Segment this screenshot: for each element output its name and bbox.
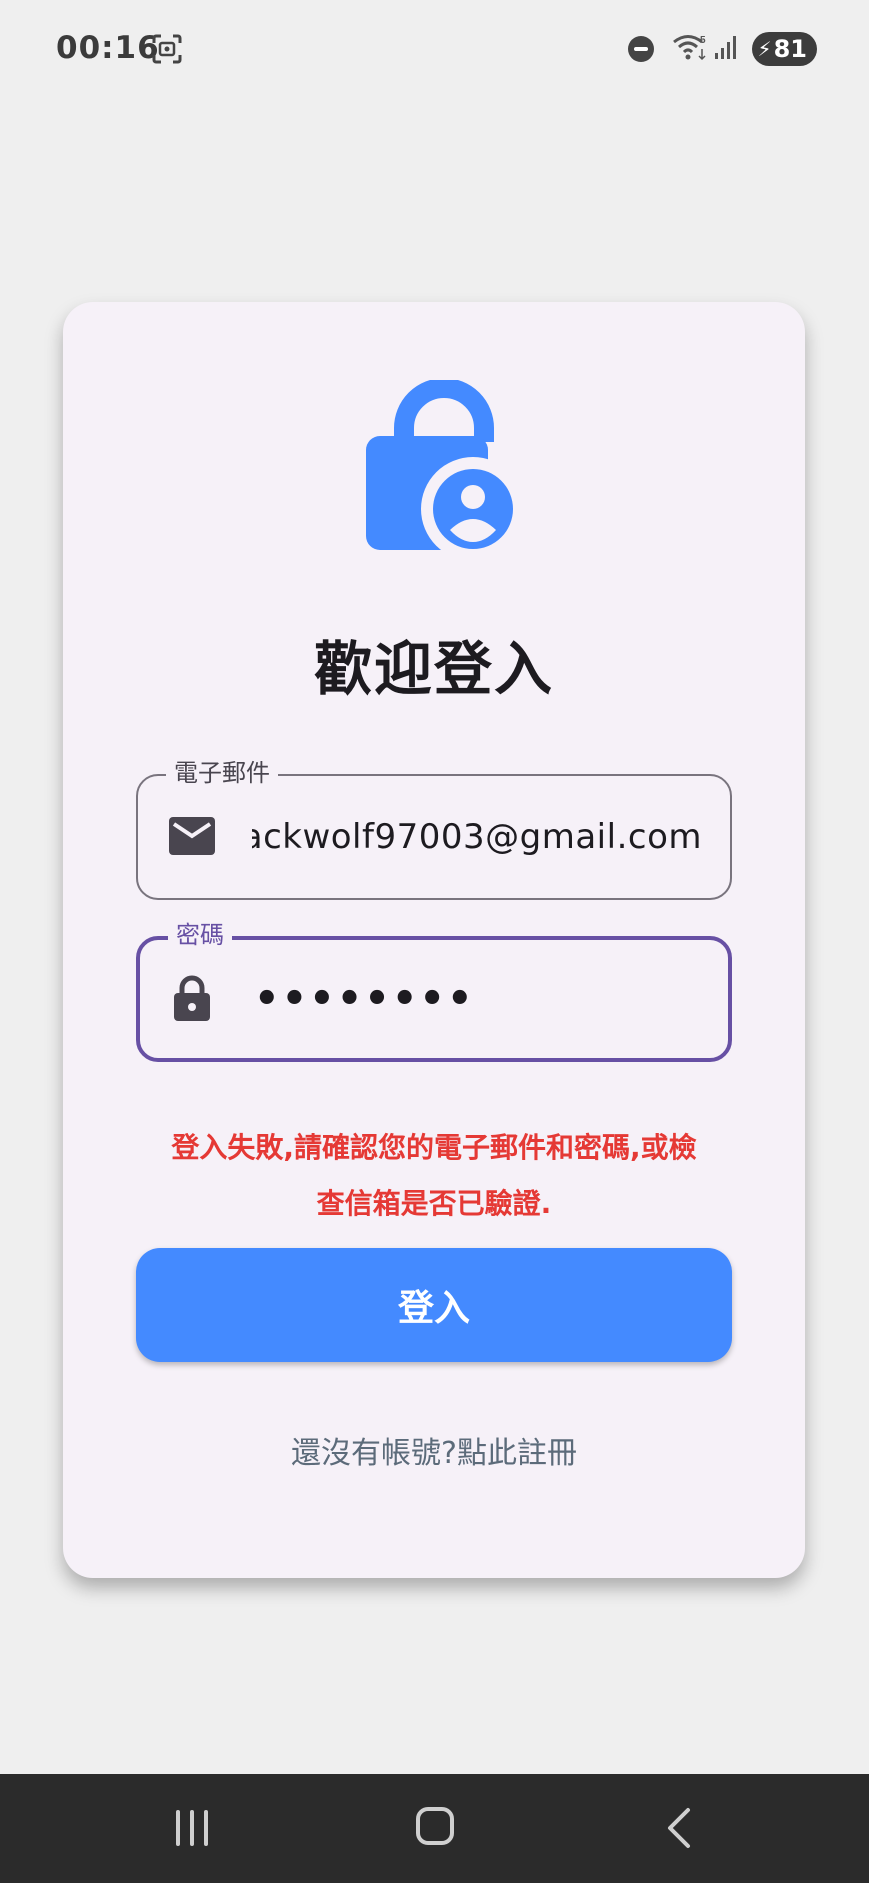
- password-label: 密碼: [168, 920, 232, 950]
- screenshot-icon: [152, 34, 182, 68]
- login-button[interactable]: 登入: [136, 1248, 732, 1362]
- status-time: 00:16: [56, 30, 160, 66]
- wifi-icon: 5: [672, 33, 708, 65]
- mail-icon: [169, 817, 215, 855]
- email-field[interactable]: 電子郵件 ackwolf97003@gmail.com: [136, 758, 732, 900]
- register-link[interactable]: 還沒有帳號?點此註冊: [63, 1428, 805, 1472]
- lock-icon: [174, 975, 210, 1021]
- battery-level: 81: [773, 35, 807, 63]
- signal-icon: [714, 34, 738, 64]
- svg-text:5: 5: [700, 35, 706, 46]
- page-title: 歡迎登入: [313, 635, 554, 703]
- status-bar: 00:16 5 ⚡ 81: [0, 0, 869, 100]
- navigation-bar: [0, 1774, 869, 1883]
- password-value: ••••••••: [254, 976, 475, 1022]
- error-message: 登入失敗,請確認您的電子郵件和密碼,或檢 查信箱是否已驗證.: [133, 1120, 735, 1232]
- lock-person-icon: [366, 380, 522, 560]
- back-icon[interactable]: [664, 1806, 694, 1850]
- password-field[interactable]: 密碼 ••••••••: [136, 920, 732, 1062]
- error-line-1: 登入失敗,請確認您的電子郵件和密碼,或檢: [171, 1131, 697, 1164]
- home-icon[interactable]: [416, 1807, 454, 1845]
- login-card: 歡迎登入 電子郵件 ackwolf97003@gmail.com 密碼 ••••…: [63, 302, 805, 1578]
- email-value: ackwolf97003@gmail.com: [252, 817, 702, 857]
- password-input[interactable]: ••••••••: [254, 940, 700, 1058]
- recents-icon[interactable]: [172, 1810, 212, 1846]
- battery-charging-icon: ⚡ 81: [751, 32, 817, 66]
- login-screen: 00:16 5 ⚡ 81 歡迎登入 電子郵件 ackwolf97003@gmai…: [0, 0, 869, 1883]
- status-icons: 5 ⚡ 81: [627, 32, 817, 66]
- email-input[interactable]: ackwolf97003@gmail.com: [252, 776, 702, 898]
- bolt-icon: ⚡: [757, 37, 772, 61]
- error-line-2: 查信箱是否已驗證.: [316, 1187, 552, 1220]
- do-not-disturb-icon: [627, 36, 654, 62]
